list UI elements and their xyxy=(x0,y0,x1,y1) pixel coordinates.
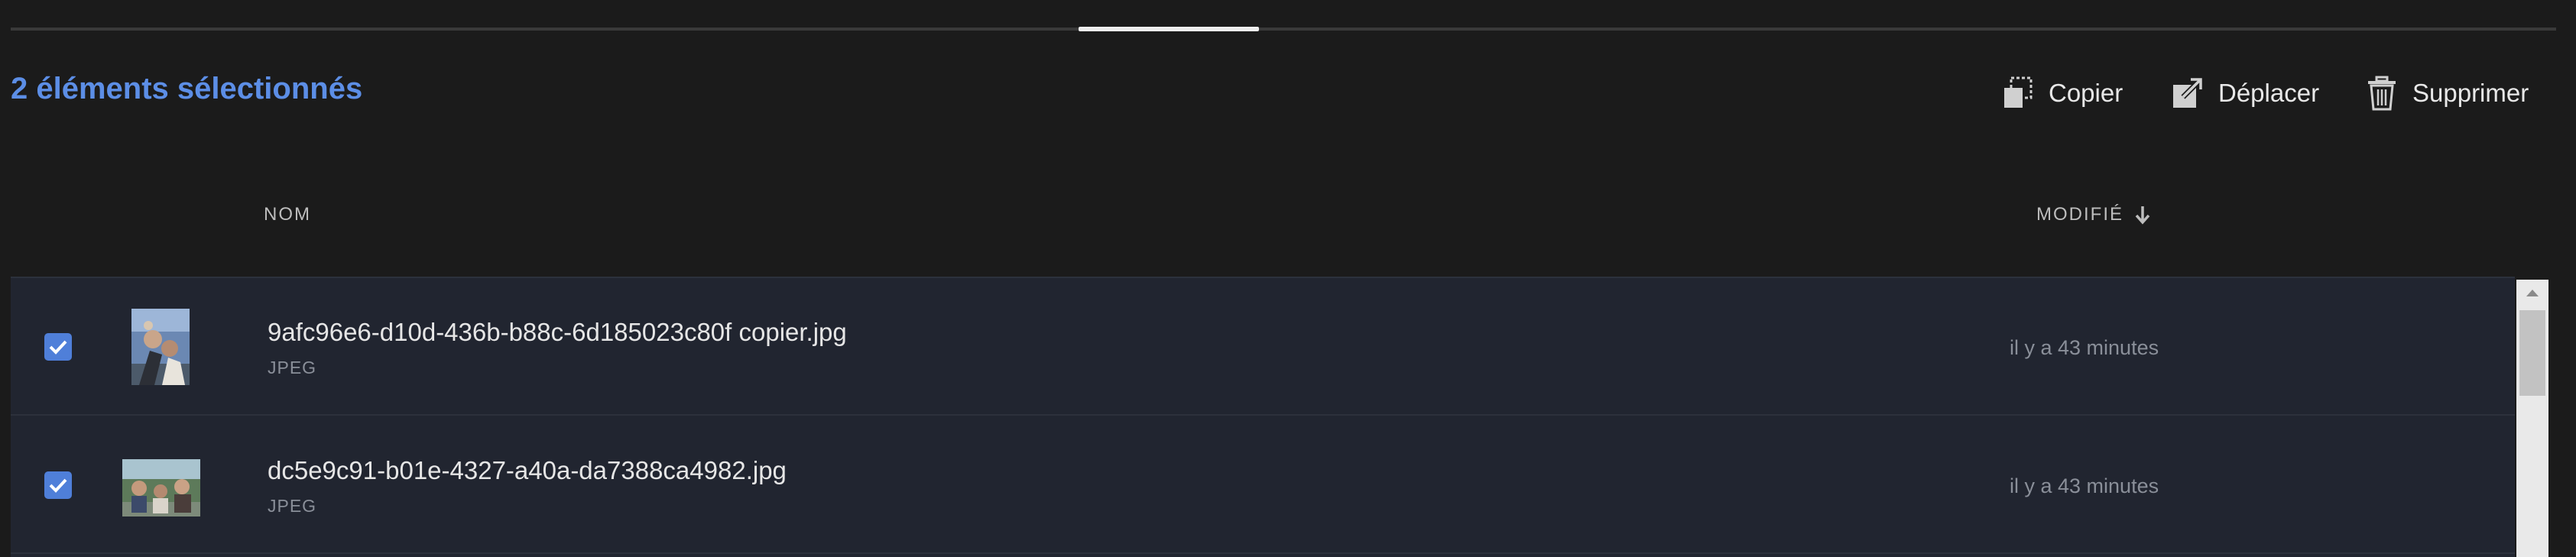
file-type: JPEG xyxy=(268,496,317,516)
delete-button[interactable]: Supprimer xyxy=(2365,73,2529,113)
file-modified: il y a 43 minutes xyxy=(2010,336,2159,359)
tab-track xyxy=(11,28,2556,31)
column-header-modified-label: MODIFIÉ xyxy=(2036,204,2123,225)
scroll-up-button[interactable] xyxy=(2516,280,2548,306)
tab-active-indicator xyxy=(1079,27,1259,31)
file-thumbnail xyxy=(131,309,190,385)
check-icon xyxy=(49,478,67,493)
file-row[interactable]: 9afc96e6-d10d-436b-b88c-6d185023c80f cop… xyxy=(11,278,2515,416)
row-checkbox[interactable] xyxy=(44,333,72,361)
move-button[interactable]: Déplacer xyxy=(2171,73,2319,113)
file-name[interactable]: 9afc96e6-d10d-436b-b88c-6d185023c80f cop… xyxy=(268,318,847,347)
trash-icon xyxy=(2368,76,2396,111)
file-modified: il y a 43 minutes xyxy=(2010,474,2159,497)
arrow-down-icon xyxy=(2135,206,2150,225)
row-checkbox[interactable] xyxy=(44,471,72,499)
file-list: 9afc96e6-d10d-436b-b88c-6d185023c80f cop… xyxy=(11,277,2515,557)
column-header-modified[interactable]: MODIFIÉ xyxy=(2036,204,2151,225)
copy-label: Copier xyxy=(2049,79,2123,107)
scrollbar-thumb[interactable] xyxy=(2519,310,2545,396)
copy-icon xyxy=(2004,76,2033,108)
file-type: JPEG xyxy=(268,358,317,377)
selection-count: 2 éléments sélectionnés xyxy=(11,72,363,105)
column-header-name[interactable]: NOM xyxy=(264,204,311,225)
file-row[interactable]: dc5e9c91-b01e-4327-a40a-da7388ca4982.jpg… xyxy=(11,416,2515,554)
vertical-scrollbar[interactable] xyxy=(2516,280,2548,557)
file-name[interactable]: dc5e9c91-b01e-4327-a40a-da7388ca4982.jpg xyxy=(268,456,787,485)
move-label: Déplacer xyxy=(2218,79,2320,107)
move-icon xyxy=(2173,78,2202,108)
copy-button[interactable]: Copier xyxy=(2001,73,2123,113)
triangle-up-icon xyxy=(2526,290,2539,296)
check-icon xyxy=(49,340,67,355)
delete-label: Supprimer xyxy=(2412,79,2529,107)
file-thumbnail xyxy=(122,459,200,517)
